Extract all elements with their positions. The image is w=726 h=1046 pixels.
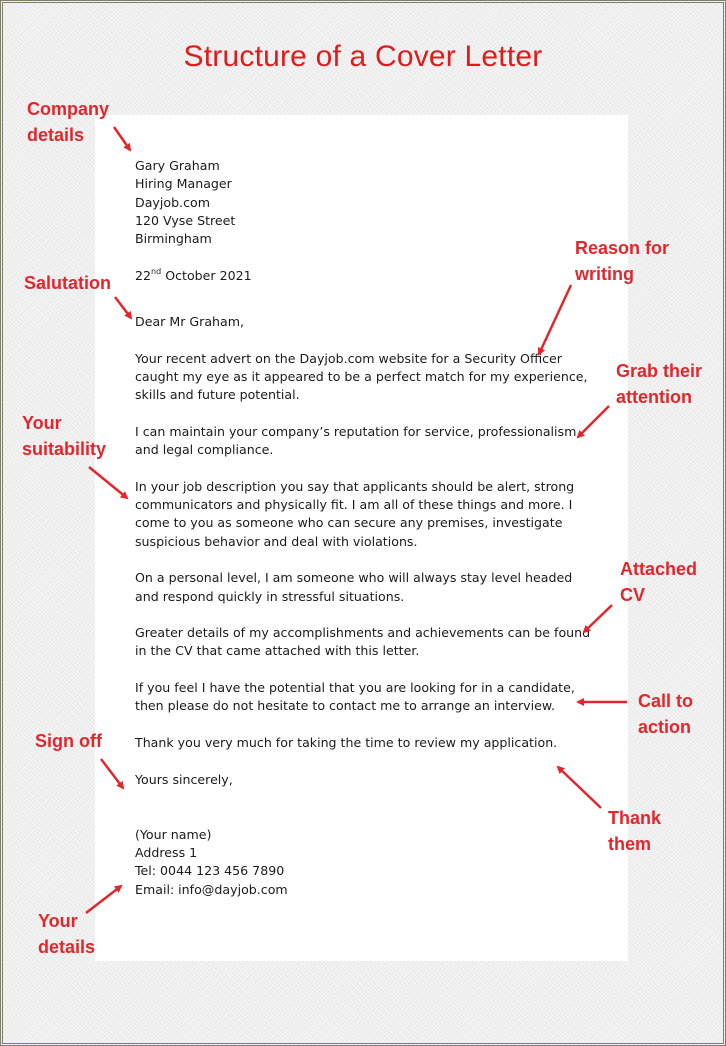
recipient-line: Gary Graham [135,158,220,173]
letter-date: 22nd October 2021 [135,266,252,283]
sender-line: Email: info@dayjob.com [135,881,288,897]
sender-block: (Your name) Address 1 Tel: 0044 123 456 … [135,826,595,899]
recipient-line: Dayjob.com [135,194,210,210]
paragraph-attention: I can maintain your company’s reputation… [135,423,577,458]
recipient-line: Hiring Manager [135,176,232,192]
paragraph-personal: On a personal level, I am someone who wi… [135,570,573,604]
recipient-line: Birmingham [135,231,212,247]
paragraph-cv: Greater details of my accomplishments an… [135,625,591,659]
label-your-suitability: Your suitability [22,413,107,459]
cover-letter: Gary Graham Hiring Manager Dayjob.com 12… [135,157,595,899]
paragraph-thanks: Thank you very much for taking the time … [135,734,558,750]
label-attached-cv: Attached CV [620,559,698,605]
label-your-details: Your details [38,911,96,957]
page-title: Structure of a Cover Letter [183,40,543,73]
label-thank-them: Thank them [608,808,662,854]
label-company-details: Company details [27,99,110,145]
recipient-block: Gary Graham Hiring Manager Dayjob.com 12… [135,157,595,248]
paragraph-suitability: In your job description you say that app… [135,478,575,549]
sender-line: (Your name) [135,826,212,842]
label-sign-off: Sign off [35,731,102,751]
sender-line: Tel: 0044 123 456 7890 [135,863,285,879]
label-grab-their-attention: Grab their attention [616,361,703,407]
label-reason-for-writing: Reason for writing [575,238,670,284]
recipient-line: 120 Vyse Street [135,212,236,228]
label-call-to-action: Call to action [638,691,694,737]
paragraph-call-to-action: If you feel I have the potential that yo… [135,680,575,714]
closing: Yours sincerely, [135,771,233,787]
sender-line: Address 1 [135,845,198,861]
salutation: Dear Mr Graham, [135,314,245,330]
label-salutation: Salutation [24,273,112,293]
paragraph-reason: Your recent advert on the Dayjob.com web… [135,350,588,403]
